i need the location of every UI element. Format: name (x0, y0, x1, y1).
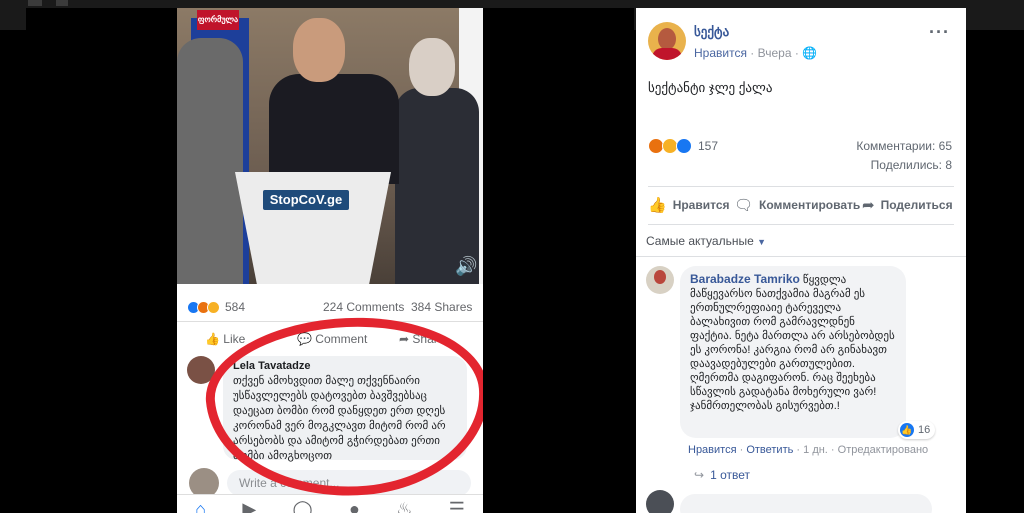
thumbs-up-icon: 👍 (648, 197, 667, 214)
share-label: Поделиться (880, 198, 953, 212)
embedded-comment-text: თქვენ ამოხვდით მალე თქვენნაირი უსწავლელე… (233, 375, 446, 462)
avatar[interactable] (646, 490, 674, 513)
post-panel: სექტა Нравится · Вчера · 🌐 ··· სექტანტი … (636, 8, 966, 513)
page-like-link[interactable]: Нравится (694, 46, 747, 60)
topbar-fragment (28, 0, 42, 6)
share-icon: ➦ (862, 197, 875, 214)
comment-text: წყვდლა მაწყევარსო ნათქვამია მაგრამ ეს ერ… (690, 274, 895, 412)
like-reaction-icon (676, 138, 692, 154)
embedded-comment: Lela Tavatadze თქვენ ამოხვდით მალე თქვენ… (185, 356, 481, 464)
embedded-like-label: Like (223, 332, 246, 346)
replies-label: 1 ответ (710, 468, 750, 482)
menu-icon[interactable]: ☰ (449, 499, 465, 513)
like-button[interactable]: 👍 Нравится (648, 196, 730, 214)
comment-time[interactable]: 1 дн. (803, 444, 828, 456)
reply-arrow-icon: ↪ (694, 468, 705, 482)
comment-like-link[interactable]: Нравится (688, 444, 737, 456)
person-right-head (409, 38, 455, 96)
speaker-head (293, 18, 345, 82)
watch-icon[interactable]: ▶ (242, 499, 256, 513)
share-button[interactable]: ➦ Поделиться (862, 196, 953, 214)
embedded-comments-count[interactable]: 224 Comments (323, 300, 404, 314)
comment-icon: 🗨 (734, 197, 754, 214)
avatar[interactable] (187, 356, 215, 384)
embedded-comment-input[interactable]: Write a comment... (227, 470, 471, 496)
comment-button[interactable]: 🗨 Комментировать (734, 196, 860, 214)
home-icon[interactable]: ⌂ (195, 499, 206, 513)
embedded-reaction-count: 584 (225, 300, 246, 314)
embedded-write-comment: Write a comment... (185, 468, 475, 498)
podium-logo: StopCoV.ge (263, 190, 349, 210)
shares-count[interactable]: Поделились: 8 (871, 158, 952, 172)
profile-icon[interactable]: ◯ (293, 499, 313, 513)
embedded-share-label: Share (412, 332, 445, 346)
embedded-like-button[interactable]: 👍 Like (205, 332, 245, 346)
person-right (395, 88, 479, 284)
post-text: სექტანტი ჯლე ქალა (648, 80, 773, 95)
embedded-actions: 👍 Like 💬 Comment ➦ Share (177, 322, 483, 356)
comment-edited: Отредактировано (837, 444, 929, 456)
comment-like-count: 16 (918, 424, 931, 436)
post-reactions[interactable]: 157 (648, 138, 718, 154)
topbar-fragment (56, 0, 68, 6)
embedded-share-button[interactable]: ➦ Share (399, 332, 444, 346)
video-frame: StopCoV.ge ფორმულა 🔊 (177, 8, 483, 284)
more-options-icon[interactable]: ··· (929, 22, 950, 43)
like-reaction-icon: 👍 (900, 423, 914, 437)
bell-icon[interactable]: ♨ (396, 499, 412, 513)
comment-author[interactable]: Barabadze Tamriko (690, 272, 800, 286)
post-meta: Нравится · Вчера · 🌐 (694, 46, 818, 60)
comment-meta: Нравится · Ответить · 1 дн. · Отредактир… (688, 444, 929, 456)
embedded-comment-author[interactable]: Lela Tavatadze (233, 360, 457, 372)
comment-label: Комментировать (759, 198, 861, 212)
channel-logo: ფორმულა (197, 10, 239, 30)
embedded-comment-label: Comment (315, 332, 368, 346)
post-time[interactable]: Вчера (758, 46, 792, 60)
groups-icon[interactable]: ● (349, 499, 360, 513)
comment-bubble (680, 494, 932, 513)
avatar[interactable] (646, 266, 674, 294)
embedded-comment-bubble: Lela Tavatadze თქვენ ამოხვდით მალე თქვენ… (223, 356, 467, 462)
embedded-bottom-nav: ⌂ ▶ ◯ ● ♨ ☰ (177, 494, 483, 513)
embedded-shares-count[interactable]: 384 Shares (411, 300, 472, 314)
podium (235, 172, 391, 284)
post-actions: 👍 Нравится 🗨 Комментировать ➦ Поделиться (648, 192, 954, 220)
sort-label: Самые актуальные (646, 234, 754, 248)
comment-reply-link[interactable]: Ответить (746, 444, 793, 456)
like-label: Нравится (672, 198, 730, 212)
comment-like-badge[interactable]: 👍 16 (898, 421, 936, 439)
embedded-reactions[interactable]: 584 (187, 300, 245, 314)
speaker-body (269, 74, 399, 184)
wow-reaction-icon (207, 300, 220, 314)
caret-down-icon: ▼ (757, 237, 767, 247)
divider (648, 186, 954, 187)
globe-icon: 🌐 (802, 46, 818, 60)
comment-bubble: Barabadze Tamriko წყვდლა მაწყევარსო ნათქ… (680, 266, 906, 438)
comment-sort-dropdown[interactable]: Самые актуальные ▼ (646, 234, 766, 248)
avatar[interactable] (648, 22, 686, 60)
embedded-screenshot[interactable]: StopCoV.ge ფორმულა 🔊 584 224 Comments 38… (177, 8, 483, 513)
view-replies-link[interactable]: ↪ 1 ответ (694, 468, 750, 482)
divider (648, 224, 954, 225)
volume-icon[interactable]: 🔊 (455, 256, 477, 277)
reaction-count: 157 (698, 139, 719, 153)
post-author[interactable]: სექტა (694, 24, 729, 40)
divider (636, 256, 966, 257)
person-left (177, 38, 243, 284)
embedded-stats: 584 224 Comments 384 Shares (177, 290, 483, 322)
embedded-comment-button[interactable]: 💬 Comment (297, 332, 367, 346)
comments-count[interactable]: Комментарии: 65 (856, 139, 952, 153)
